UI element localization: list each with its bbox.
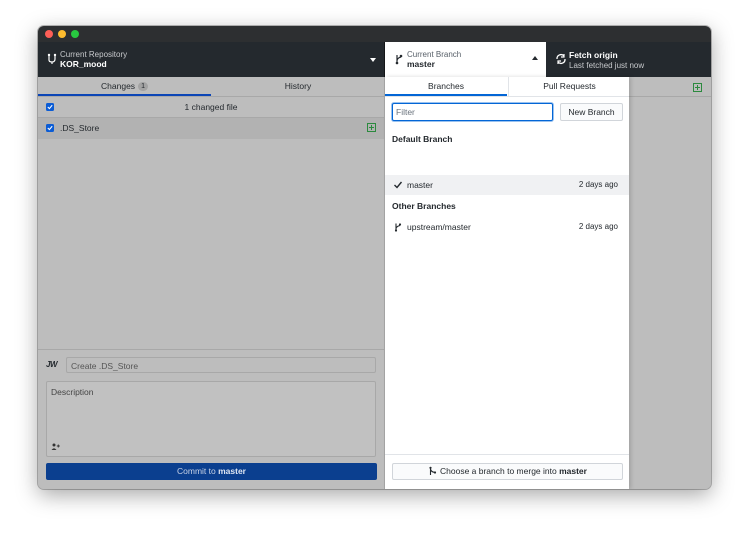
diff-added-icon (693, 83, 702, 92)
other-branches-heading: Other Branches (392, 201, 456, 211)
changes-count-badge: 1 (138, 82, 148, 91)
changes-sidebar: Changes 1 History 1 changed file .DS_Stor… (38, 77, 385, 489)
branch-time: 2 days ago (578, 222, 618, 231)
minimize-window-button[interactable] (58, 30, 66, 38)
sidebar-tabs: Changes 1 History (38, 77, 384, 97)
commit-description-placeholder: Description (51, 387, 94, 397)
branch-dropdown: Branches Pull Requests New Branch Defaul… (385, 77, 629, 489)
title-bar (38, 26, 711, 42)
chevron-up-icon (532, 56, 538, 60)
branch-name: upstream/master (407, 222, 471, 232)
default-branch-heading: Default Branch (392, 134, 453, 144)
merge-divider (385, 454, 629, 455)
tab-branches-label: Branches (428, 81, 464, 91)
branch-time: 2 days ago (578, 180, 618, 189)
tab-branches[interactable]: Branches (385, 77, 507, 96)
current-branch-button[interactable]: Current Branch master (385, 42, 546, 77)
app-window: Current Repository KOR_mood Current Bran… (38, 26, 711, 489)
new-branch-label: New Branch (568, 107, 615, 117)
merge-into-label: Choose a branch to merge into (440, 466, 557, 476)
current-branch-label: Current Branch (407, 50, 462, 59)
merge-into-button[interactable]: Choose a branch to merge into master (392, 463, 623, 480)
commit-button[interactable]: Commit to master (46, 463, 377, 480)
sync-icon (555, 53, 567, 65)
merge-into-branch: master (559, 466, 587, 476)
commit-summary-input[interactable]: Create .DS_Store (66, 357, 376, 373)
branch-item-upstream-master[interactable]: upstream/master 2 days ago (385, 217, 629, 237)
current-repository-button[interactable]: Current Repository KOR_mood (38, 42, 385, 77)
branch-filter-field[interactable] (392, 103, 553, 121)
new-branch-button[interactable]: New Branch (560, 103, 623, 121)
tab-history[interactable]: History (212, 77, 384, 96)
close-window-button[interactable] (45, 30, 53, 38)
diff-header-divider (629, 96, 711, 97)
fetch-origin-subtitle: Last fetched just now (569, 61, 645, 70)
changed-files-header: 1 changed file (38, 97, 384, 118)
git-merge-icon (428, 466, 437, 481)
diff-added-icon (367, 123, 376, 132)
commit-button-branch: master (218, 466, 246, 476)
git-branch-icon (393, 53, 405, 65)
fetch-origin-button[interactable]: Fetch origin Last fetched just now (547, 42, 711, 77)
tab-pull-requests[interactable]: Pull Requests (508, 77, 630, 96)
branch-item-master[interactable]: master 2 days ago (385, 175, 629, 195)
tab-changes-label: Changes (101, 81, 136, 91)
tab-pull-requests-label: Pull Requests (543, 81, 596, 91)
file-include-checkbox[interactable] (46, 124, 54, 132)
current-repository-name: KOR_mood (60, 59, 107, 69)
commit-summary-placeholder: Create .DS_Store (71, 361, 139, 371)
fetch-origin-title: Fetch origin (569, 50, 618, 60)
chevron-down-icon (370, 58, 376, 62)
tab-history-label: History (284, 81, 312, 91)
commit-description-input[interactable]: Description (46, 381, 376, 457)
branch-name: master (407, 180, 433, 190)
branch-filter-input[interactable] (396, 105, 546, 119)
commit-button-label: Commit to (177, 466, 216, 476)
commit-form: JW Create .DS_Store Description Commit t… (38, 349, 384, 489)
zoom-window-button[interactable] (71, 30, 79, 38)
diff-pane (629, 77, 711, 489)
tab-changes[interactable]: Changes 1 (38, 77, 211, 96)
git-branch-icon (393, 222, 403, 234)
toolbar: Current Repository KOR_mood Current Bran… (38, 42, 711, 77)
repo-icon (46, 53, 58, 65)
current-branch-name: master (407, 59, 435, 69)
changed-file-row[interactable]: .DS_Store (38, 118, 384, 139)
avatar: JW (46, 360, 58, 369)
current-repository-label: Current Repository (60, 50, 128, 59)
changed-files-count: 1 changed file (184, 102, 238, 112)
add-coauthor-icon[interactable] (51, 443, 60, 452)
check-icon (393, 180, 403, 192)
branch-dropdown-tabs: Branches Pull Requests (385, 77, 629, 97)
file-name: .DS_Store (60, 123, 100, 133)
